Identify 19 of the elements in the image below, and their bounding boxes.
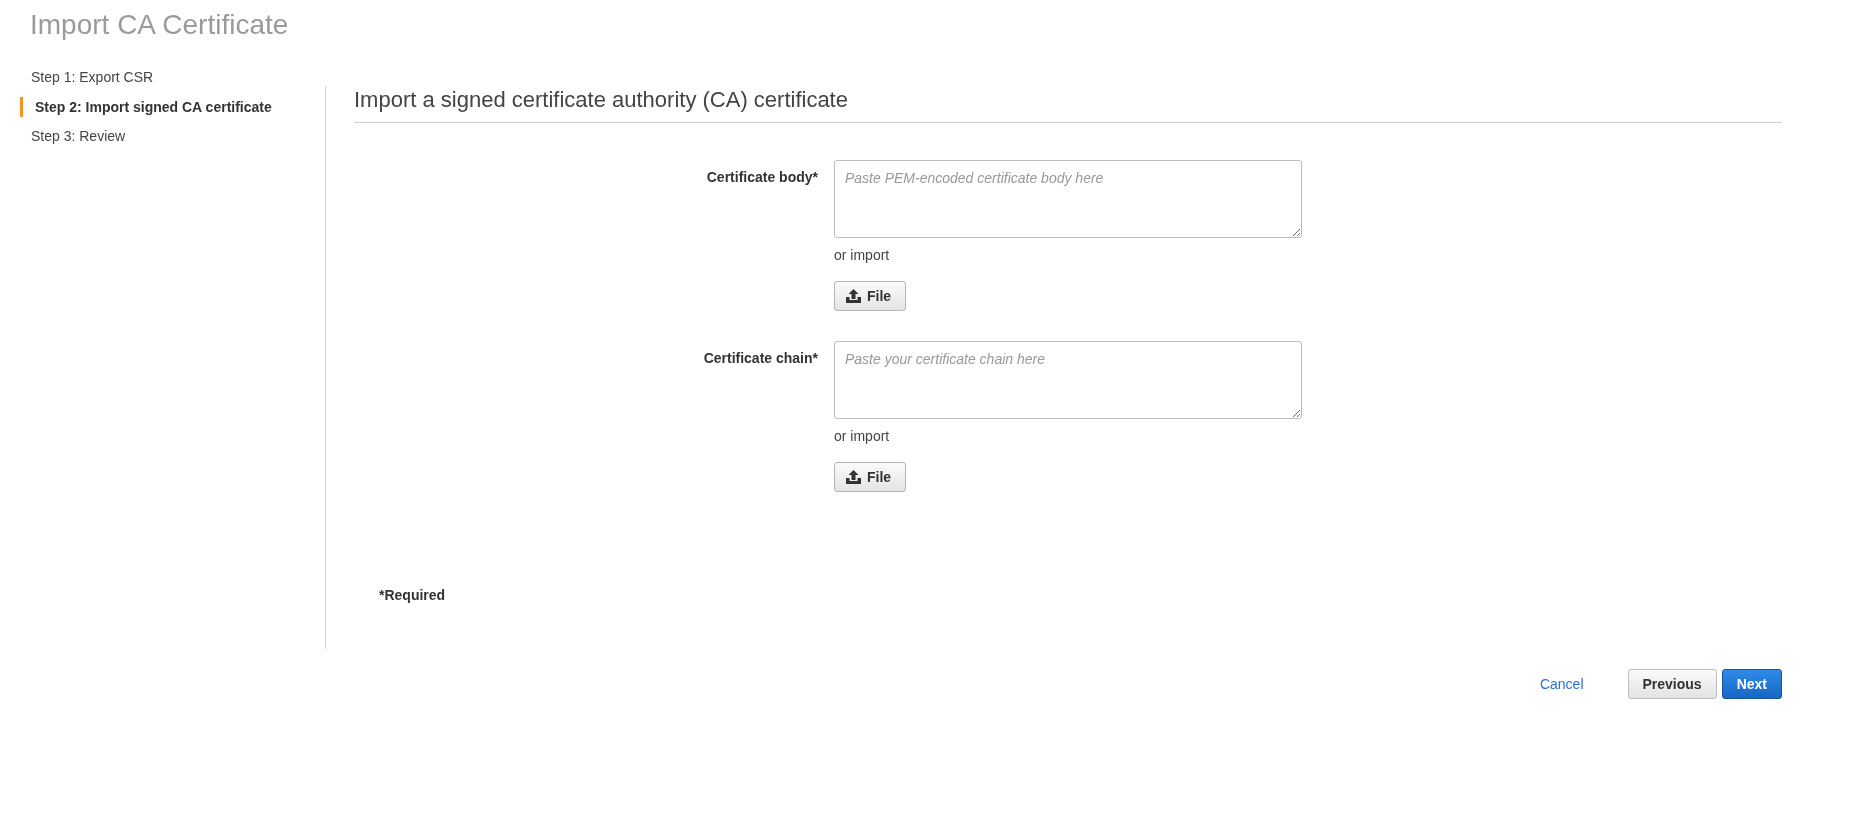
upload-icon	[846, 470, 861, 484]
page-title: Import CA Certificate	[29, 8, 289, 42]
next-button[interactable]: Next	[1721, 669, 1782, 699]
previous-button[interactable]: Previous	[1627, 669, 1717, 699]
import-hint-text: or import	[834, 246, 890, 265]
cancel-link[interactable]: Cancel	[1539, 674, 1584, 694]
upload-icon	[846, 289, 861, 303]
certificate-text-field[interactable]: Paste PEM-encoded certificate body here	[834, 160, 1302, 238]
certificate-text-field[interactable]: Paste your certificate chain here	[834, 341, 1302, 419]
field-label: Certificate chain*	[703, 349, 818, 368]
wizard-step-link[interactable]: Step 3: Review	[20, 126, 126, 146]
import-hint-text: or import	[834, 427, 890, 446]
field-label: Certificate body*	[706, 168, 818, 187]
file-upload-button[interactable]: File	[834, 281, 907, 311]
file-upload-button[interactable]: File	[834, 462, 907, 492]
wizard-step-link[interactable]: Step 1: Export CSR	[20, 67, 154, 87]
required-note: *Required	[379, 586, 446, 605]
section-heading: Import a signed certificate authority (CA) certificate	[354, 86, 848, 113]
wizard-step-link[interactable]: Step 2: Import signed CA certificate	[20, 96, 272, 117]
